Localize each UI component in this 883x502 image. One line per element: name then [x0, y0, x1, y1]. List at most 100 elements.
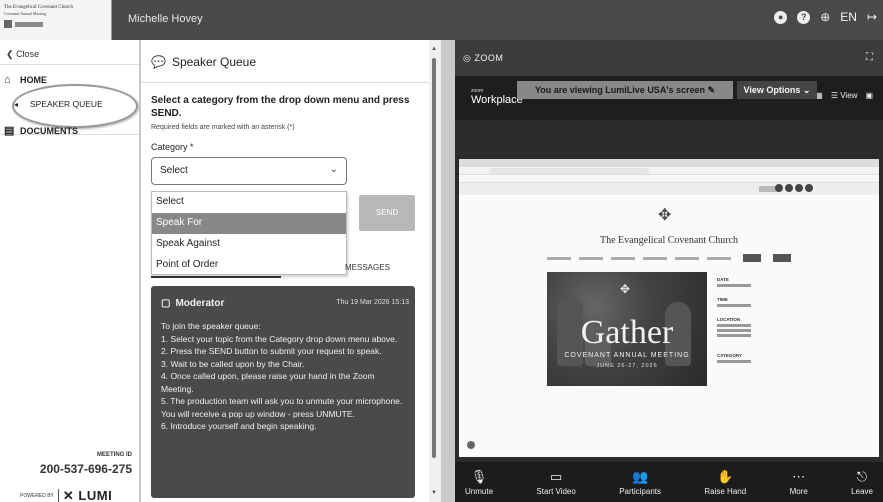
close-label: Close: [16, 49, 40, 59]
category-dropdown[interactable]: Select Speak For Speak Against Point of …: [151, 191, 347, 275]
message-line: 3. Wait to be called upon by the Chair.: [161, 358, 305, 369]
message-line: 5. The production team will ask you to u…: [161, 396, 403, 419]
zoom-panel: ◎ ZOOM ⛶ zoom Workplace ⛊ ▦ ☰ View ▣ You…: [455, 40, 883, 502]
poster-dates: JUNE 26-27, 2026: [596, 363, 658, 369]
zoom-app-name: Workplace: [471, 94, 523, 106]
meeting-id: 200-537-696-275: [39, 462, 132, 476]
expand-icon[interactable]: ⛶: [866, 52, 873, 63]
meeting-id-label: MEETING ID: [96, 452, 132, 458]
sidebar-item-home[interactable]: ⌂ HOME: [4, 74, 47, 86]
instructions: Select a category from the drop down men…: [151, 95, 410, 119]
dropdown-option[interactable]: Point of Order: [152, 255, 346, 276]
pin-icon: ✎: [707, 85, 716, 95]
dropdown-option[interactable]: Speak Against: [152, 234, 346, 255]
leave-icon: ⎋: [856, 468, 868, 484]
powered-by: POWERED BY: [20, 493, 54, 499]
church-logo: The Evangelical Covenant Church Covenant…: [0, 0, 112, 40]
required-note: Required fields are marked with an aster…: [151, 124, 295, 131]
close-button[interactable]: ❮ Close: [6, 49, 39, 60]
message-icon: ▢: [161, 298, 171, 309]
sidebar-item-speaker-queue[interactable]: ◂ SPEAKER QUEUE: [14, 99, 103, 109]
sidebar-item-label: DOCUMENTS: [20, 125, 78, 136]
zoom-title-text: ZOOM: [474, 53, 504, 63]
logout-icon[interactable]: ↦: [867, 10, 877, 24]
unmute-button[interactable]: 🎙 Unmute: [465, 469, 493, 496]
moderator-message: ▢ Moderator Thu 19 Mar 2026 15:13 To joi…: [151, 286, 415, 498]
church-name: The Evangelical Covenant Church: [599, 235, 738, 246]
home-icon: ⌂: [4, 74, 11, 86]
more-button[interactable]: ⋯ More: [790, 469, 808, 496]
dropdown-option-selected[interactable]: Speak For: [152, 213, 346, 234]
zoom-icon: ◎: [463, 53, 472, 63]
message-line: 2. Press the SEND button to submit your …: [161, 346, 382, 356]
info-label: CATEGORY: [717, 353, 743, 358]
control-label: Leave: [851, 486, 873, 496]
participants-icon: 👥: [632, 468, 649, 484]
chevron-down-icon: ⌄: [802, 85, 811, 95]
document-icon: ▤: [4, 125, 15, 137]
control-label: Raise Hand: [704, 486, 747, 496]
speaker-queue-panel: 💬 Speaker Queue Select a category from t…: [141, 40, 441, 502]
hand-icon: ✋: [717, 468, 734, 484]
category-label: Category *: [151, 142, 194, 152]
logo-line1: The Evangelical Covenant Church: [4, 5, 74, 10]
message-line: To join the speaker queue:: [161, 321, 261, 331]
poster-cross-icon: ✥: [620, 282, 631, 296]
participants-button[interactable]: 👥 Participants: [619, 469, 661, 496]
tab-messages[interactable]: MESSAGES: [345, 263, 390, 272]
video-icon: ▭: [549, 468, 563, 484]
chevron-down-icon: ⌄: [329, 164, 338, 175]
message-line: 1. Select your topic from the Category d…: [161, 333, 398, 344]
start-video-button[interactable]: ▭ Start Video: [536, 469, 575, 496]
leave-button[interactable]: ⎋ Leave: [851, 469, 873, 496]
info-label: LOCATION: [717, 317, 741, 322]
event-info: DATE TIME LOCATION CATEGORY: [717, 277, 777, 373]
logo-line2: Covenant Annual Meeting: [4, 11, 47, 16]
panel-header: 💬 Speaker Queue: [151, 55, 256, 69]
poster-title: Gather: [580, 314, 674, 351]
view-button[interactable]: ☰ View: [831, 91, 858, 100]
globe-icon[interactable]: ⊕: [820, 10, 830, 24]
microphone-icon: 🎙: [470, 468, 488, 484]
language-label[interactable]: EN: [840, 10, 857, 24]
scrollbar[interactable]: ▲ ▼: [430, 46, 438, 498]
more-icon: ⋯: [792, 468, 806, 484]
zoom-title: ◎ ZOOM: [463, 53, 503, 64]
viewing-banner-text: You are viewing LumiLive USA's screen: [534, 85, 705, 95]
lumi-brand-text: LUMI: [78, 488, 113, 502]
lumi-logo: ✕ LUMI: [62, 488, 113, 502]
poster-subtitle: COVENANT ANNUAL MEETING: [564, 352, 690, 359]
shared-screen: ✥ The Evangelical Covenant Church ✥ Gath…: [459, 159, 879, 457]
view-options-button[interactable]: View Options ⌄: [737, 81, 817, 99]
control-label: More: [789, 486, 808, 496]
control-label: Start Video: [536, 486, 576, 496]
help-icon[interactable]: ?: [797, 10, 811, 24]
chat-icon: 💬: [151, 55, 166, 69]
camera-icon[interactable]: ▣: [865, 91, 873, 100]
view-label: View: [840, 90, 858, 100]
viewing-banner: You are viewing LumiLive USA's screen ✎: [517, 81, 733, 99]
zoom-controls: 🎙 Unmute ▭ Start Video 👥 Participants ✋ …: [455, 462, 883, 502]
browser-url-bar: [489, 168, 649, 174]
sidebar: ❮ Close ⌂ HOME ◂ SPEAKER QUEUE ▤ DOCUMEN…: [0, 40, 140, 502]
control-label: Participants: [619, 486, 661, 496]
info-label: TIME: [717, 297, 728, 302]
lumi-footer: POWERED BY ✕ LUMI: [20, 488, 112, 502]
sidebar-item-documents[interactable]: ▤ DOCUMENTS: [4, 124, 78, 137]
chevron-left-icon: ❮: [6, 49, 14, 59]
sidebar-item-label: SPEAKER QUEUE: [30, 99, 103, 109]
dropdown-option[interactable]: Select: [152, 192, 346, 213]
moderator-name: Moderator: [175, 298, 225, 309]
send-button[interactable]: SEND: [359, 195, 415, 231]
message-body: To join the speaker queue: 1. Select you…: [161, 320, 409, 433]
message-line: 6. Introduce yourself and begin speaking…: [161, 421, 317, 431]
raise-hand-button[interactable]: ✋ Raise Hand: [704, 469, 746, 496]
message-line: 4. Once called upon, please raise your h…: [161, 371, 375, 394]
church-cross-icon: ✥: [658, 207, 672, 224]
top-bar: The Evangelical Covenant Church Covenant…: [0, 0, 883, 40]
event-poster: ✥ Gather COVENANT ANNUAL MEETING JUNE 26…: [547, 272, 707, 386]
category-select[interactable]: Select ⌄: [151, 157, 347, 185]
speaker-icon: ◂: [14, 99, 19, 109]
account-icon[interactable]: ●: [774, 10, 788, 24]
user-name: Michelle Hovey: [128, 13, 203, 25]
